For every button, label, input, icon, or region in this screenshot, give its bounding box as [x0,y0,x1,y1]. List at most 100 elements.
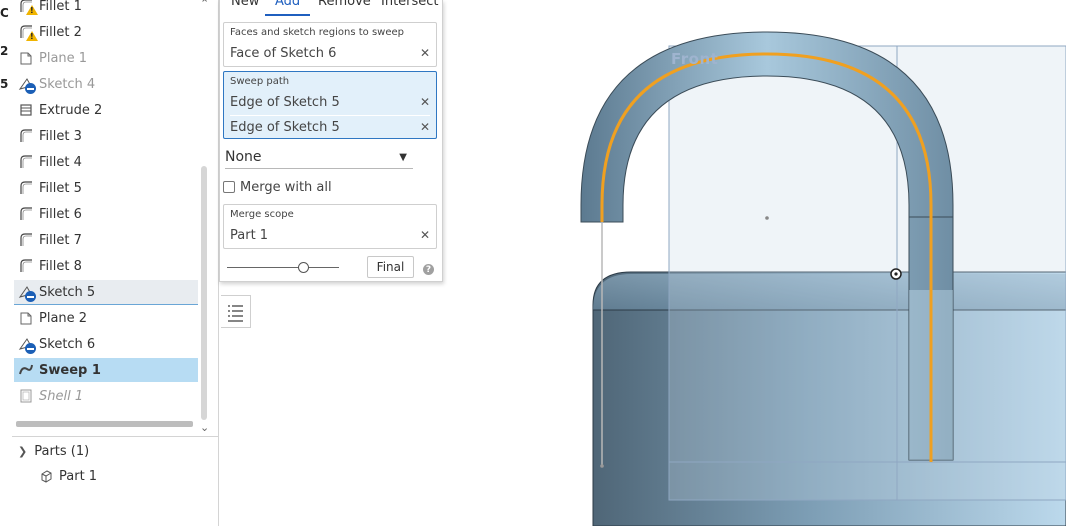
list-icon [228,305,243,322]
hidden-badge-icon [25,83,36,94]
front-plane-label: Front [671,50,719,68]
tree-item-label: Shell 1 [39,388,84,404]
tree-item-fillet-6[interactable]: Fillet 6 [14,202,198,226]
tree-item-label: Fillet 3 [39,128,82,144]
merge-with-all-label: Merge with all [240,179,332,195]
faces-field[interactable]: Faces and sketch regions to sweep Face o… [223,22,437,67]
remove-face-icon[interactable]: ✕ [420,46,430,60]
tree-item-plane-1[interactable]: Plane 1 [14,46,198,70]
left-toolbar-strip: C 2 5 [0,0,12,526]
tree-item-label: Fillet 2 [39,24,82,40]
tree-item-label: Sketch 5 [39,284,96,300]
tree-item-sketch-4[interactable]: Sketch 4 [14,72,198,96]
path-selection-2[interactable]: Edge of Sketch 5 ✕ [230,115,430,138]
fillet-icon [18,206,34,222]
tree-scrollbar[interactable] [201,166,207,420]
tab-intersect[interactable]: Intersect [381,0,439,14]
tree-item-shell-1[interactable]: Shell 1 [14,384,198,408]
tree-item-fillet-8[interactable]: Fillet 8 [14,254,198,278]
graphics-viewport[interactable]: Front [441,0,1066,526]
profile-control-value: None [225,149,262,165]
tree-item-label: Sketch 4 [39,76,96,92]
scroll-down-icon[interactable]: ⌄ [200,421,209,434]
tree-item-fillet-2[interactable]: Fillet 2 [14,20,198,44]
tab-new[interactable]: New [231,0,259,14]
tree-item-sketch-6[interactable]: Sketch 6 [14,332,198,356]
remove-path-2-icon[interactable]: ✕ [420,120,430,134]
tree-item-label: Plane 2 [39,310,88,326]
fillet-icon [18,0,38,15]
fillet-icon [18,180,34,196]
merge-with-all-checkbox[interactable]: Merge with all [223,178,332,196]
preview-slider-track[interactable] [227,267,339,268]
tree-item-sweep-1[interactable]: Sweep 1 [14,358,198,382]
hidden-badge-icon [25,343,36,354]
merge-scope-selection[interactable]: Part 1 ✕ [230,224,430,246]
checkbox-box[interactable] [223,181,235,193]
fillet-icon [18,258,34,274]
tree-item-label: Fillet 7 [39,232,82,248]
profile-control-select[interactable]: None ▼ [225,146,413,169]
warning-icon [26,31,38,41]
tab-add[interactable]: Add [265,0,311,16]
help-icon[interactable]: ? [423,264,434,275]
plane-icon [18,50,34,66]
path-selection-2-label: Edge of Sketch 5 [230,119,340,135]
tab-remove[interactable]: Remove [318,0,371,14]
final-button[interactable]: Final [367,256,414,278]
tree-item-label: Sketch 6 [39,336,96,352]
model-view[interactable] [441,0,1066,526]
faces-selection[interactable]: Face of Sketch 6 ✕ [230,42,430,64]
fillet-icon [18,232,34,248]
merge-scope-field[interactable]: Merge scope Part 1 ✕ [223,204,437,249]
tree-item-fillet-1[interactable]: Fillet 1 [14,0,198,18]
tree-item-label: Fillet 4 [39,154,82,170]
parts-divider [12,436,218,437]
fillet-icon [18,154,34,170]
fillet-icon [18,128,34,144]
tree-item-fillet-5[interactable]: Fillet 5 [14,176,198,200]
tree-horizontal-scrollbar[interactable] [16,421,193,427]
sweep-path-field[interactable]: Sweep path Edge of Sketch 5 ✕ Edge of Sk… [223,71,437,139]
feature-list-toggle[interactable] [221,295,251,328]
fillet-icon [18,24,38,41]
hidden-badge-icon [25,291,36,302]
tree-item-fillet-4[interactable]: Fillet 4 [14,150,198,174]
faces-selection-label: Face of Sketch 6 [230,45,337,61]
sweep-path-label: Sweep path [230,76,290,87]
remove-merge-scope-icon[interactable]: ✕ [420,228,430,242]
parts-section-header[interactable]: ❯ Parts (1) [18,441,89,461]
scroll-up-icon[interactable]: ⌃ [200,0,209,10]
shell-icon [18,388,34,404]
tree-item-fillet-7[interactable]: Fillet 7 [14,228,198,252]
edge-glyph-2[interactable]: 2 [0,44,8,58]
faces-field-label: Faces and sketch regions to sweep [230,27,404,38]
feature-tree-panel: ⌃ Fillet 1 Fillet 2 Plane 1 Sketch 4 Extrude… [12,0,219,526]
front-plane [668,45,1066,501]
tree-item-fillet-3[interactable]: Fillet 3 [14,124,198,148]
construction-point [600,464,604,468]
sketch-icon [18,336,36,354]
tree-item-plane-2[interactable]: Plane 2 [14,306,198,330]
tree-item-label: Sweep 1 [39,362,101,378]
edge-glyph-1[interactable]: C [0,6,9,20]
sketch-icon [18,76,36,94]
caret-down-icon: ▼ [399,151,407,163]
extrude-icon [18,102,34,118]
tree-item-sketch-5[interactable]: Sketch 5 [14,280,198,305]
tree-item-label: Fillet 1 [39,0,82,14]
chevron-down-icon[interactable]: ❯ [18,445,27,458]
plane-icon [18,310,34,326]
merge-scope-label: Merge scope [230,209,294,220]
plane-origin-point [765,216,769,220]
path-selection-1[interactable]: Edge of Sketch 5 ✕ [230,91,430,113]
warning-icon [26,5,38,15]
tree-item-label: Extrude 2 [39,102,103,118]
edge-glyph-3[interactable]: 5 [0,77,8,91]
tree-item-label: Fillet 8 [39,258,82,274]
path-selection-1-label: Edge of Sketch 5 [230,94,340,110]
preview-slider-handle[interactable] [298,262,310,273]
tree-item-extrude-2[interactable]: Extrude 2 [14,98,198,122]
part-item[interactable]: Part 1 [38,466,97,486]
remove-path-1-icon[interactable]: ✕ [420,95,430,109]
